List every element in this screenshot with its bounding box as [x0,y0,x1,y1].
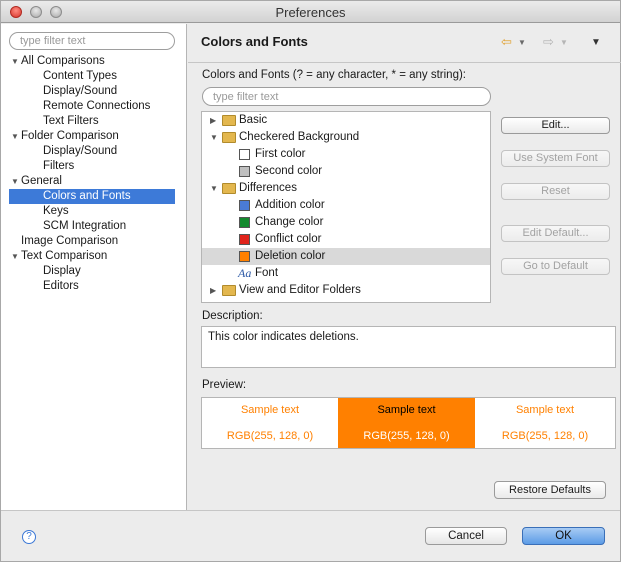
preview-cell-background: Sample text RGB(255, 128, 0) [338,398,475,448]
sidebar-item-folder-comparison[interactable]: ▼ Folder Comparison [11,129,187,144]
tree-item-conflict-color[interactable]: Conflict color [202,231,490,248]
description-text: This color indicates deletions. [201,326,616,368]
folder-icon [222,115,236,126]
sidebar-item-label: Keys [43,205,69,217]
color-swatch-addition [239,200,250,211]
sidebar-item-display-sound[interactable]: Display/Sound [9,144,175,159]
sidebar-item-display-sound[interactable]: Display/Sound [9,84,175,99]
sidebar-item-label: Content Types [43,70,117,82]
triangle-down-icon[interactable]: ▼ [591,37,601,48]
dialog-footer: ? Cancel OK [1,510,620,561]
sidebar-item-label: Remote Connections [43,100,151,112]
sidebar-item-image-comparison[interactable]: Image Comparison [11,234,187,249]
sidebar-item-colors-and-fonts[interactable]: Colors and Fonts [9,189,175,204]
folder-icon [222,132,236,143]
collapse-triangle-icon[interactable]: ▼ [210,129,218,146]
sidebar-item-display[interactable]: Display [9,264,175,279]
preference-navigation-panel: type filter text ▼ All Comparisons Content… [1,24,187,510]
tree-item-addition-color[interactable]: Addition color [202,197,490,214]
sidebar-item-general[interactable]: ▼ General [11,174,187,189]
edit-default-button[interactable]: Edit Default... [501,225,610,242]
sidebar-item-text-comparison[interactable]: ▼ Text Comparison [11,249,187,264]
colors-fonts-list-label: Colors and Fonts (? = any character, * =… [202,69,466,81]
back-history-dropdown-icon[interactable]: ▼ [518,38,526,47]
forward-history-dropdown-icon[interactable]: ▼ [560,38,568,47]
sidebar-item-label: General [21,175,62,187]
color-swatch-second [239,166,250,177]
sidebar-item-all-comparisons[interactable]: ▼ All Comparisons [11,54,187,69]
color-swatch-deletion [239,251,250,262]
sidebar-item-label: Display [43,265,81,277]
page-title: Colors and Fonts [201,34,308,49]
description-label: Description: [202,310,263,322]
tree-item-font[interactable]: Aa Font [202,265,490,282]
tree-item-differences[interactable]: ▼ Differences [202,180,490,197]
sidebar-item-text-filters[interactable]: Text Filters [9,114,175,129]
color-swatch-conflict [239,234,250,245]
colors-fonts-tree: ▶ Basic ▼ Checkered Background First col… [201,111,491,303]
sidebar-item-remote-connections[interactable]: Remote Connections [9,99,175,114]
tree-item-deletion-color[interactable]: Deletion color [202,248,490,265]
sidebar-item-label: Display/Sound [43,145,118,157]
ok-button[interactable]: OK [522,527,605,545]
collapse-triangle-icon[interactable]: ▼ [210,180,218,197]
title-bar: Preferences [1,1,620,23]
navigation-filter-input[interactable]: type filter text [9,32,175,50]
sidebar-item-label: SCM Integration [43,220,127,232]
colors-fonts-page: Colors and Fonts ⇦ ▼ ⇨ ▼ ▼ Colors and Fo… [188,24,621,510]
color-swatch-first [239,149,250,160]
tree-item-basic[interactable]: ▶ Basic [202,112,490,129]
tree-item-second-color[interactable]: Second color [202,163,490,180]
expand-triangle-icon[interactable]: ▶ [210,112,216,129]
tree-item-view-editor-folders[interactable]: ▶ View and Editor Folders [202,282,490,299]
edit-button[interactable]: Edit... [501,117,610,134]
window-title: Preferences [275,5,346,20]
sidebar-item-label: Display/Sound [43,85,118,97]
sidebar-item-editors[interactable]: Editors [9,279,175,294]
color-preview: Sample text RGB(255, 128, 0) Sample text… [201,397,616,449]
header-divider [188,62,621,63]
restore-defaults-button[interactable]: Restore Defaults [494,481,606,499]
preferences-window: Preferences type filter text ▼ All Compar… [0,0,621,562]
sidebar-item-content-types[interactable]: Content Types [9,69,175,84]
collapse-triangle-icon[interactable]: ▼ [11,129,21,144]
sidebar-item-label: Editors [43,280,79,292]
sidebar-item-label: Image Comparison [21,235,119,247]
arrow-right-icon[interactable]: ⇨ [543,34,554,50]
help-icon[interactable]: ? [22,530,36,544]
collapse-triangle-icon[interactable]: ▼ [11,174,21,189]
arrow-left-icon[interactable]: ⇦ [501,34,512,50]
folder-icon [222,183,236,194]
cancel-button[interactable]: Cancel [425,527,507,545]
preview-cell-highlight: Sample text RGB(255, 128, 0) [475,398,615,448]
use-system-font-button[interactable]: Use System Font [501,150,610,167]
go-to-default-button[interactable]: Go to Default [501,258,610,275]
tree-item-first-color[interactable]: First color [202,146,490,163]
colors-filter-input[interactable]: type filter text [202,87,491,106]
collapse-triangle-icon[interactable]: ▼ [11,249,21,264]
page-header: Colors and Fonts ⇦ ▼ ⇨ ▼ ▼ [188,24,621,62]
sidebar-item-label: Colors and Fonts [43,190,131,202]
expand-triangle-icon[interactable]: ▶ [210,282,216,299]
sidebar-item-scm-integration[interactable]: SCM Integration [9,219,175,234]
sidebar-item-label: Text Comparison [21,250,108,262]
preview-cell-foreground: Sample text RGB(255, 128, 0) [202,398,338,448]
sidebar-item-label: Text Filters [43,115,99,127]
font-icon: Aa [238,266,252,280]
sidebar-item-filters[interactable]: Filters [9,159,175,174]
sidebar-item-label: Filters [43,160,75,172]
color-swatch-change [239,217,250,228]
reset-button[interactable]: Reset [501,183,610,200]
sidebar-item-label: All Comparisons [21,55,105,67]
folder-icon [222,285,236,296]
sidebar-item-keys[interactable]: Keys [9,204,175,219]
preview-label: Preview: [202,379,247,391]
collapse-triangle-icon[interactable]: ▼ [11,54,21,69]
tree-item-checkered-background[interactable]: ▼ Checkered Background [202,129,490,146]
tree-item-change-color[interactable]: Change color [202,214,490,231]
sidebar-item-label: Folder Comparison [21,130,119,142]
